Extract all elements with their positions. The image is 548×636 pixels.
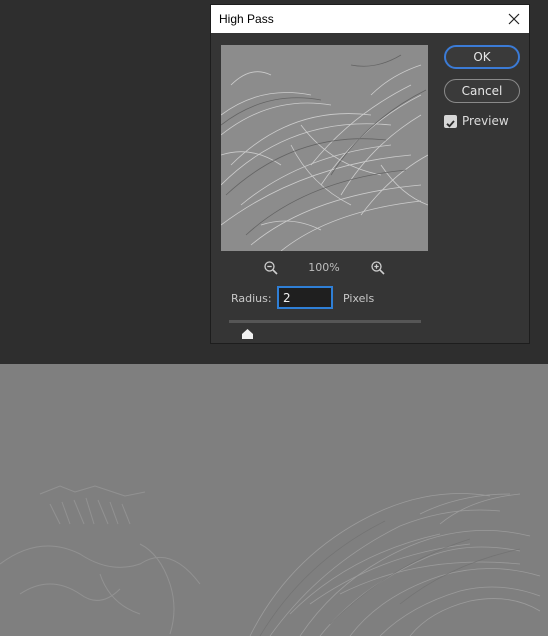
- zoom-out-icon: [264, 261, 278, 275]
- radius-input[interactable]: [277, 286, 333, 309]
- slider-thumb-icon: [242, 329, 253, 339]
- high-pass-dialog: High Pass 100% Radius: 2 Pixels OK Cance…: [210, 4, 530, 344]
- high-pass-image: [0, 485, 541, 636]
- preview-image: [221, 45, 428, 251]
- document-canvas[interactable]: [0, 364, 548, 636]
- checkmark-icon: [446, 120, 455, 128]
- radius-unit-label: Pixels: [343, 292, 375, 305]
- zoom-in-button[interactable]: [370, 260, 386, 276]
- preview-checkbox[interactable]: [444, 115, 457, 128]
- preview-label: Preview: [462, 114, 509, 128]
- zoom-in-icon: [371, 261, 385, 275]
- close-button[interactable]: [503, 8, 525, 30]
- radius-slider-thumb[interactable]: [242, 324, 253, 339]
- ok-button[interactable]: OK: [444, 45, 520, 69]
- radius-label: Radius:: [231, 292, 272, 305]
- close-icon: [508, 13, 520, 25]
- radius-slider-track[interactable]: [229, 320, 421, 323]
- dialog-titlebar[interactable]: High Pass: [211, 5, 529, 33]
- zoom-out-button[interactable]: [263, 260, 279, 276]
- dialog-title: High Pass: [219, 12, 274, 26]
- zoom-level: 100%: [308, 261, 340, 274]
- filter-preview[interactable]: [221, 45, 428, 251]
- cancel-button[interactable]: Cancel: [444, 79, 520, 103]
